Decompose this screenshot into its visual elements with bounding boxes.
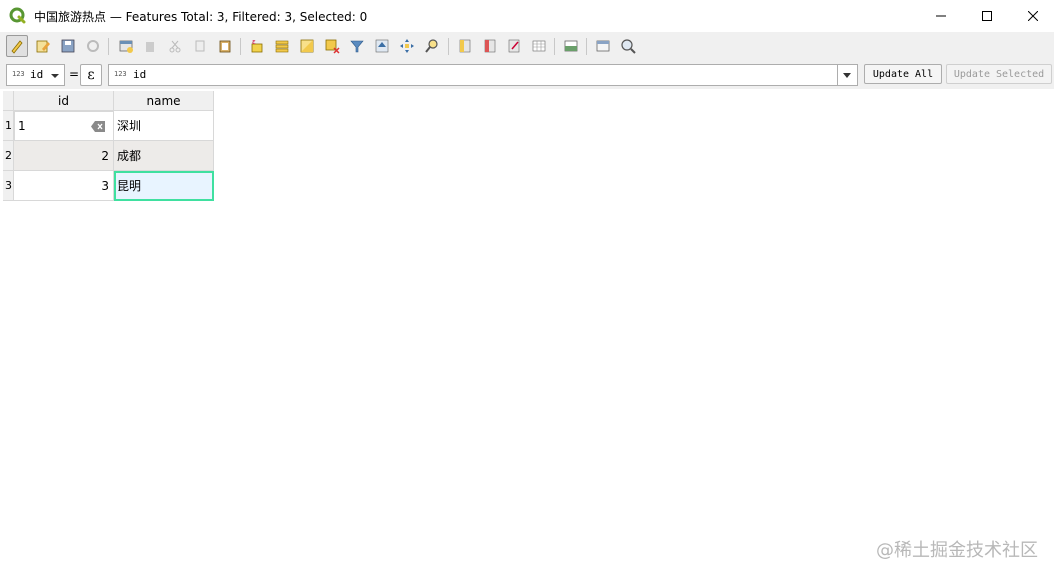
- watermark: @稀土掘金技术社区: [876, 540, 1038, 561]
- dock-table-button[interactable]: [560, 35, 582, 57]
- paste-icon: [219, 40, 231, 53]
- dock-table-icon: [564, 40, 578, 52]
- maximize-button[interactable]: [964, 0, 1010, 32]
- paste-button[interactable]: [214, 35, 236, 57]
- toolbar-separator: [586, 38, 587, 55]
- conditional-formatting-button[interactable]: [528, 35, 550, 57]
- field-calculator-icon: [508, 39, 520, 53]
- qgis-logo-icon: [9, 7, 26, 24]
- delete-feature-icon: [146, 42, 154, 52]
- select-by-expression-icon: ε: [251, 38, 263, 53]
- pan-to-selected-icon: [400, 39, 414, 53]
- table-cell-id[interactable]: 3: [14, 171, 114, 201]
- field-type-label: 123: [12, 70, 25, 78]
- expression-type-label: 123: [114, 70, 127, 78]
- deselect-all-icon: [325, 39, 340, 54]
- close-icon: [1028, 11, 1038, 21]
- chevron-down-icon: [843, 73, 851, 78]
- zoom-to-selected-button[interactable]: [421, 35, 443, 57]
- minimize-icon: [936, 15, 946, 17]
- column-header-name[interactable]: name: [114, 91, 214, 111]
- select-all-icon: [275, 40, 289, 53]
- expression-value: id: [133, 68, 147, 81]
- toolbar-separator: [554, 38, 555, 55]
- move-selection-top-button[interactable]: [371, 35, 393, 57]
- toolbar-separator: [448, 38, 449, 55]
- table-corner[interactable]: [3, 91, 14, 111]
- copy-icon: [195, 40, 205, 52]
- invert-selection-icon: [300, 39, 314, 53]
- copy-button[interactable]: [189, 35, 211, 57]
- expression-builder-button[interactable]: ε: [80, 64, 102, 86]
- add-feature-icon: [119, 40, 133, 53]
- attribute-toolbar: ε: [0, 32, 1054, 61]
- zoom-map-to-rows-icon: [621, 39, 636, 54]
- add-feature-button[interactable]: [115, 35, 137, 57]
- minimize-button[interactable]: [918, 0, 964, 32]
- row-header[interactable]: 3: [3, 171, 14, 201]
- filter-select-button[interactable]: [346, 35, 368, 57]
- filter-select-icon: [350, 40, 364, 53]
- cut-icon: [169, 40, 181, 53]
- column-header-id[interactable]: id: [14, 91, 114, 111]
- toggle-editing-icon: [11, 40, 23, 54]
- pan-to-selected-button[interactable]: [396, 35, 418, 57]
- field-calculator-button[interactable]: [503, 35, 525, 57]
- select-all-button[interactable]: [271, 35, 293, 57]
- window-title: 中国旅游热点 — Features Total: 3, Filtered: 3,…: [34, 10, 368, 24]
- actions-icon: [596, 40, 610, 52]
- id-cell-value: 1: [18, 119, 26, 133]
- toolbar-separator: [108, 38, 109, 55]
- expression-dropdown-button[interactable]: [837, 65, 857, 85]
- row-header[interactable]: 1: [3, 111, 14, 141]
- chevron-down-icon: [51, 74, 59, 78]
- deselect-all-button[interactable]: [321, 35, 343, 57]
- update-all-button[interactable]: Update All: [864, 64, 942, 84]
- toggle-editing-button[interactable]: [6, 35, 28, 57]
- conditional-formatting-icon: [532, 40, 546, 52]
- delete-field-icon: [484, 39, 496, 53]
- select-by-expression-button[interactable]: ε: [246, 35, 268, 57]
- close-button[interactable]: [1010, 0, 1054, 32]
- multi-edit-button[interactable]: [32, 35, 54, 57]
- table-cell-id[interactable]: 2: [14, 141, 114, 171]
- update-selected-button[interactable]: Update Selected: [946, 64, 1052, 84]
- toolbar-separator: [240, 38, 241, 55]
- epsilon-icon: ε: [87, 67, 95, 83]
- cut-button[interactable]: [164, 35, 186, 57]
- table-cell-name[interactable]: 深圳: [114, 111, 214, 141]
- multi-edit-icon: [36, 40, 50, 53]
- move-selection-top-icon: [375, 39, 389, 53]
- invert-selection-button[interactable]: [296, 35, 318, 57]
- zoom-map-to-rows-button[interactable]: [617, 35, 639, 57]
- table-cell-name[interactable]: 成都: [114, 141, 214, 171]
- table-cell-name-focused[interactable]: 昆明: [114, 171, 214, 201]
- clear-value-icon[interactable]: [91, 121, 105, 132]
- svg-text:ε: ε: [252, 38, 256, 46]
- zoom-to-selected-icon: [425, 39, 438, 53]
- maximize-icon: [982, 11, 992, 21]
- actions-button[interactable]: [592, 35, 614, 57]
- delete-feature-button[interactable]: [139, 35, 161, 57]
- attribute-table: id name 1 1 深圳 2 2 成都 3 3 昆明: [0, 89, 1054, 573]
- row-header[interactable]: 2: [3, 141, 14, 171]
- expression-input[interactable]: 123 id: [108, 64, 858, 86]
- reload-table-icon: [87, 40, 99, 52]
- equals-label: =: [69, 67, 80, 81]
- field-select[interactable]: 123 id: [6, 64, 65, 86]
- new-field-button[interactable]: [454, 35, 476, 57]
- field-calculator-bar: 123 id = ε 123 id Update All Update Sele…: [0, 61, 1054, 89]
- save-edits-button[interactable]: [57, 35, 79, 57]
- save-edits-icon: [61, 39, 75, 53]
- new-field-icon: [459, 39, 471, 53]
- reload-table-button[interactable]: [82, 35, 104, 57]
- id-cell-editor[interactable]: 1: [14, 111, 114, 141]
- field-name-value: id: [30, 68, 44, 81]
- title-bar: 中国旅游热点 — Features Total: 3, Filtered: 3,…: [0, 0, 1054, 32]
- delete-field-button[interactable]: [479, 35, 501, 57]
